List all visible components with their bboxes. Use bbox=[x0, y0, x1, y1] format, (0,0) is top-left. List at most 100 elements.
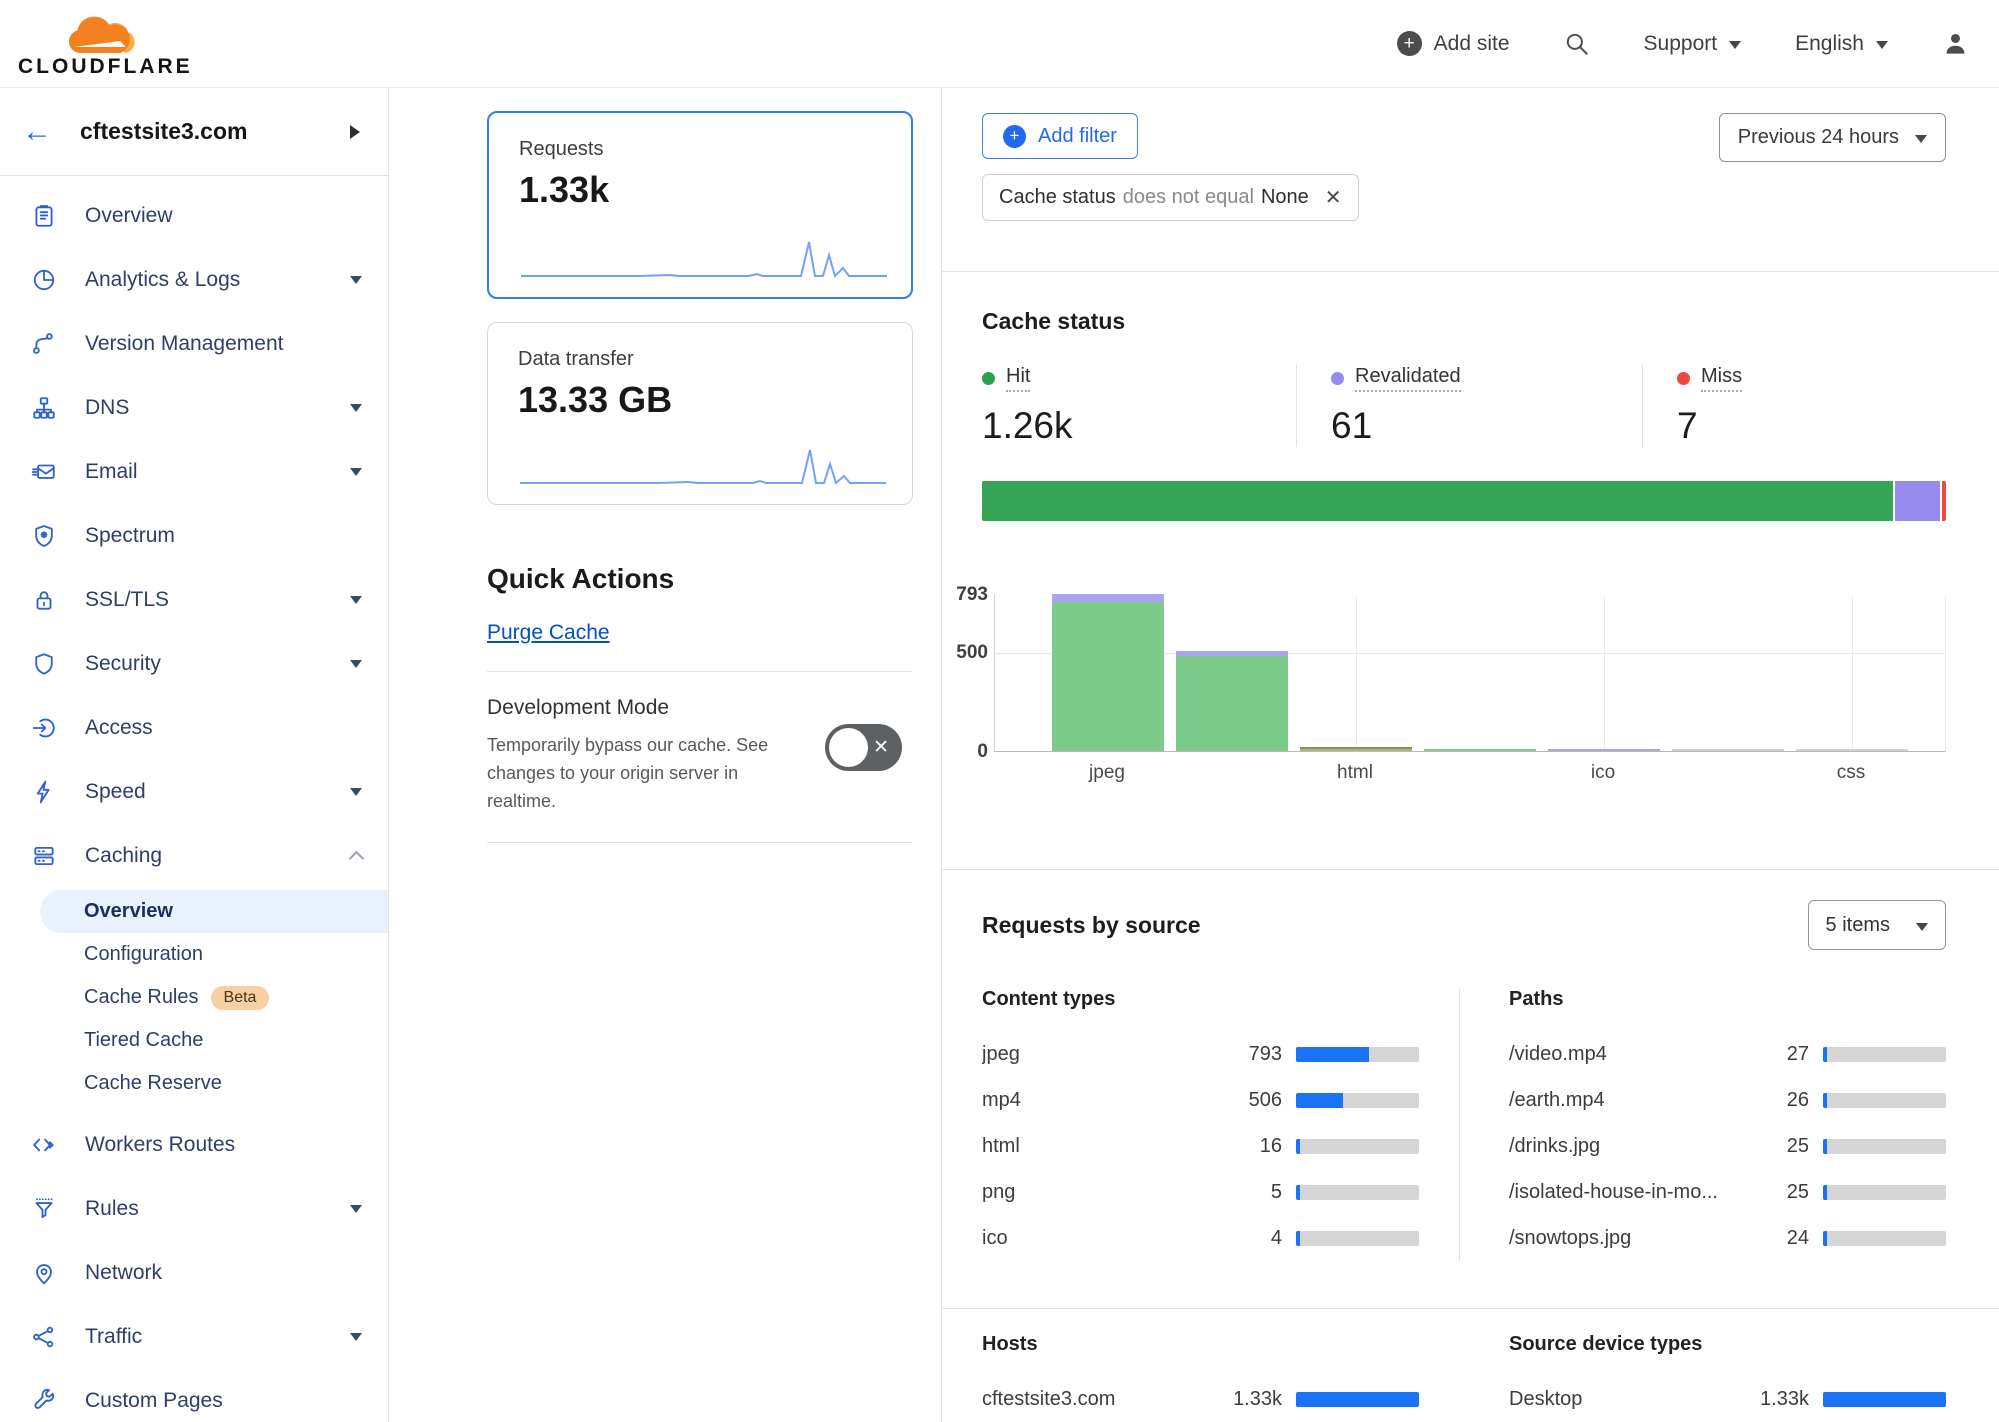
sidebar-item-analytics-logs[interactable]: Analytics & Logs bbox=[0, 248, 388, 312]
row-value: 25 bbox=[1745, 1181, 1809, 1204]
content-type-row: jpeg793 bbox=[982, 1031, 1419, 1077]
filter-operator: does not equal bbox=[1123, 186, 1254, 209]
sidebar-item-label: Spectrum bbox=[85, 524, 362, 548]
sidebar-subitem-cache-rules[interactable]: Cache RulesBeta bbox=[0, 976, 388, 1019]
chevron-down-icon bbox=[350, 404, 362, 412]
top-bar: CLOUDFLARE + Add site Support English bbox=[0, 0, 1999, 88]
add-site-button[interactable]: + Add site bbox=[1397, 31, 1510, 56]
y-axis-label: 0 bbox=[977, 741, 988, 763]
sidebar-item-rules[interactable]: Rules bbox=[0, 1177, 388, 1241]
sidebar-item-custom-pages[interactable]: Custom Pages bbox=[0, 1369, 388, 1422]
hosts-section: Hosts cftestsite3.com1.33k Source device… bbox=[942, 1309, 1999, 1422]
sidebar-item-label: Overview bbox=[85, 204, 362, 228]
sidebar-item-speed[interactable]: Speed bbox=[0, 760, 388, 824]
row-label: jpeg bbox=[982, 1043, 1218, 1066]
row-label: Desktop bbox=[1509, 1388, 1745, 1411]
row-bar bbox=[1823, 1392, 1946, 1407]
sidebar-subitem-cache-reserve[interactable]: Cache Reserve bbox=[0, 1062, 388, 1105]
sidebar-item-version-management[interactable]: Version Management bbox=[0, 312, 388, 376]
filter-value: None bbox=[1261, 186, 1309, 209]
requests-card[interactable]: Requests 1.33k bbox=[487, 111, 913, 299]
chart-bar-jpeg bbox=[1052, 594, 1164, 751]
sidebar-item-security[interactable]: Security bbox=[0, 632, 388, 696]
shield-icon bbox=[30, 651, 57, 678]
chevron-down-icon bbox=[1876, 41, 1888, 49]
toggle-knob bbox=[829, 728, 868, 767]
chevron-right-icon[interactable] bbox=[350, 125, 360, 139]
sidebar-item-access[interactable]: Access bbox=[0, 696, 388, 760]
sidebar-item-caching[interactable]: Caching bbox=[0, 824, 388, 888]
chevron-down-icon bbox=[350, 1333, 362, 1341]
data-transfer-card[interactable]: Data transfer 13.33 GB bbox=[487, 322, 913, 505]
sidebar-subitem-overview[interactable]: Overview bbox=[40, 890, 388, 933]
content-types-list: jpeg793mp4506html16png5ico4 bbox=[982, 1031, 1419, 1261]
chevron-down-icon bbox=[1729, 41, 1741, 49]
legend-dot bbox=[1331, 372, 1344, 385]
sidebar-item-label: Speed bbox=[85, 780, 350, 804]
gridline bbox=[1604, 595, 1605, 751]
remove-filter-icon[interactable]: ✕ bbox=[1325, 185, 1342, 210]
back-arrow-icon[interactable]: ← bbox=[22, 117, 52, 147]
row-value: 1.33k bbox=[1218, 1388, 1282, 1411]
sidebar-item-traffic[interactable]: Traffic bbox=[0, 1305, 388, 1369]
purge-cache-link[interactable]: Purge Cache bbox=[487, 621, 610, 645]
pin-icon bbox=[30, 1260, 57, 1287]
row-bar bbox=[1823, 1047, 1946, 1062]
path-row: /isolated-house-in-mo...25 bbox=[1509, 1169, 1946, 1215]
chart-bar-4 bbox=[1424, 749, 1536, 751]
legend-label[interactable]: Revalidated bbox=[1355, 365, 1461, 392]
sidebar-item-ssl-tls[interactable]: SSL/TLS bbox=[0, 568, 388, 632]
development-mode-toggle[interactable]: ✕ bbox=[825, 724, 902, 771]
sidebar-item-label: Caching bbox=[85, 844, 351, 868]
chart-bar-css bbox=[1796, 749, 1908, 751]
sidebar-item-email[interactable]: Email bbox=[0, 440, 388, 504]
row-label: /drinks.jpg bbox=[1509, 1135, 1745, 1158]
cache-status-chart: 7935000jpeghtmlicocss bbox=[948, 595, 1946, 800]
time-range-dropdown[interactable]: Previous 24 hours bbox=[1719, 113, 1946, 162]
plus-icon: + bbox=[1003, 125, 1026, 148]
badge-icon bbox=[30, 523, 57, 550]
path-row: /earth.mp426 bbox=[1509, 1077, 1946, 1123]
path-row: /snowtops.jpg24 bbox=[1509, 1215, 1946, 1261]
support-menu[interactable]: Support bbox=[1644, 32, 1742, 56]
content-types-title: Content types bbox=[982, 988, 1419, 1011]
site-name: cftestsite3.com bbox=[80, 118, 350, 145]
envelope-icon bbox=[30, 459, 57, 486]
sidebar-subitem-label: Cache Rules bbox=[84, 986, 199, 1009]
stacked-segment-miss bbox=[1942, 481, 1946, 521]
sidebar-item-spectrum[interactable]: Spectrum bbox=[0, 504, 388, 568]
wrench-icon bbox=[30, 1388, 57, 1415]
chart-bar-2 bbox=[1176, 651, 1288, 751]
sidebar-subitem-configuration[interactable]: Configuration bbox=[0, 933, 388, 976]
content-type-row: ico4 bbox=[982, 1215, 1419, 1261]
summary-column: Requests 1.33k Data transfer 13.33 GB Qu… bbox=[389, 88, 942, 1422]
sidebar-subitem-tiered-cache[interactable]: Tiered Cache bbox=[0, 1019, 388, 1062]
account-button[interactable] bbox=[1942, 30, 1969, 57]
data-transfer-sparkline bbox=[518, 442, 888, 488]
requests-by-source-section: Requests by source 5 items Content types… bbox=[942, 870, 1999, 1309]
search-button[interactable] bbox=[1564, 31, 1590, 57]
add-filter-button[interactable]: + Add filter bbox=[982, 113, 1138, 159]
stacked-segment-revalidated bbox=[1895, 481, 1940, 521]
filter-chip[interactable]: Cache status does not equal None ✕ bbox=[982, 174, 1359, 221]
row-bar bbox=[1296, 1047, 1419, 1062]
chevron-down-icon bbox=[350, 1205, 362, 1213]
toggle-off-x-icon: ✕ bbox=[873, 736, 889, 759]
sidebar-item-workers-routes[interactable]: Workers Routes bbox=[0, 1113, 388, 1177]
items-count-dropdown[interactable]: 5 items bbox=[1808, 900, 1946, 950]
row-label: mp4 bbox=[982, 1089, 1218, 1112]
card-value: 13.33 GB bbox=[518, 379, 882, 421]
row-value: 1.33k bbox=[1745, 1388, 1809, 1411]
chart-bar-6 bbox=[1672, 749, 1784, 751]
chevron-down-icon bbox=[1916, 923, 1928, 931]
sidebar-item-overview[interactable]: Overview bbox=[0, 184, 388, 248]
card-label: Data transfer bbox=[518, 348, 882, 371]
legend-label[interactable]: Miss bbox=[1701, 365, 1742, 392]
sidebar-item-dns[interactable]: DNS bbox=[0, 376, 388, 440]
legend-label[interactable]: Hit bbox=[1006, 365, 1030, 392]
y-axis-label: 793 bbox=[956, 584, 988, 606]
device-row: Desktop1.33k bbox=[1509, 1376, 1946, 1422]
x-axis-label: css bbox=[1837, 762, 1866, 784]
sidebar-item-network[interactable]: Network bbox=[0, 1241, 388, 1305]
language-menu[interactable]: English bbox=[1795, 32, 1888, 56]
